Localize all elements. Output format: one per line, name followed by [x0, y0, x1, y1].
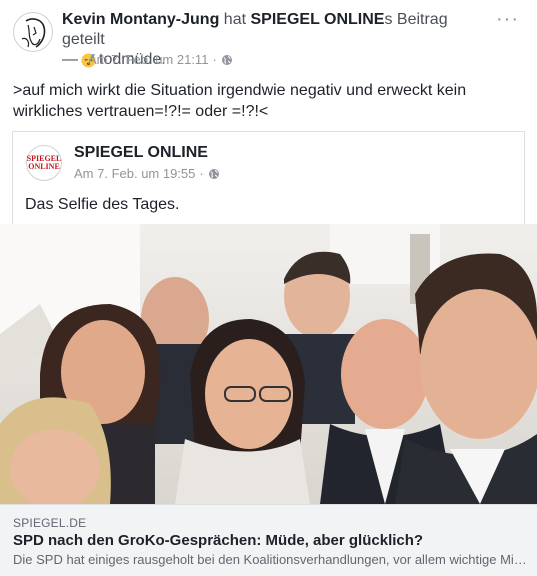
more-options-button[interactable]: ··· — [496, 8, 519, 31]
spiegel-online-logo[interactable]: SPIEGEL ONLINE — [26, 145, 62, 181]
link-title[interactable]: SPD nach den GroKo-Gesprächen: Müde, abe… — [13, 532, 423, 549]
post-header: Kevin Montany-Jung hat SPIEGEL ONLINEs B… — [0, 0, 537, 72]
post-timestamp[interactable]: Am 7. Feb. um 21:11 — [88, 52, 208, 67]
link-description: Die SPD hat einiges rausgeholt bei den K… — [13, 552, 528, 567]
shared-post-text: Das Selfie des Tages. — [25, 196, 180, 213]
shared-page-name[interactable]: SPIEGEL ONLINE — [74, 144, 208, 162]
action-verb: hat — [223, 11, 247, 28]
author-name[interactable]: Kevin Montany-Jung — [62, 11, 219, 28]
feeling-dash: — — [62, 51, 78, 68]
shared-meta-separator: · — [199, 166, 204, 181]
logo-line-2: ONLINE — [28, 162, 60, 171]
group-selfie-image — [0, 224, 537, 504]
shared-meta: Am 7. Feb. um 19:55 · — [74, 166, 220, 181]
selfie-photo[interactable] — [0, 224, 537, 504]
shared-page-link[interactable]: SPIEGEL ONLINE — [251, 11, 385, 28]
globe-icon[interactable] — [208, 168, 220, 180]
sketch-face-icon — [21, 18, 46, 48]
shared-post-box: SPIEGEL ONLINE SPIEGEL ONLINE Am 7. Feb.… — [12, 131, 525, 224]
link-preview[interactable]: SPIEGEL.DE SPD nach den GroKo-Gesprächen… — [0, 504, 537, 576]
post-text: >auf mich wirkt die Situation irgendwie … — [13, 82, 467, 120]
globe-icon[interactable] — [221, 54, 233, 66]
author-avatar[interactable] — [13, 12, 53, 52]
meta-separator: · — [212, 52, 217, 67]
post-meta: Am 7. Feb. um 21:11 · — [88, 52, 233, 67]
shared-timestamp[interactable]: Am 7. Feb. um 19:55 — [74, 166, 195, 181]
link-domain: SPIEGEL.DE — [13, 516, 87, 530]
